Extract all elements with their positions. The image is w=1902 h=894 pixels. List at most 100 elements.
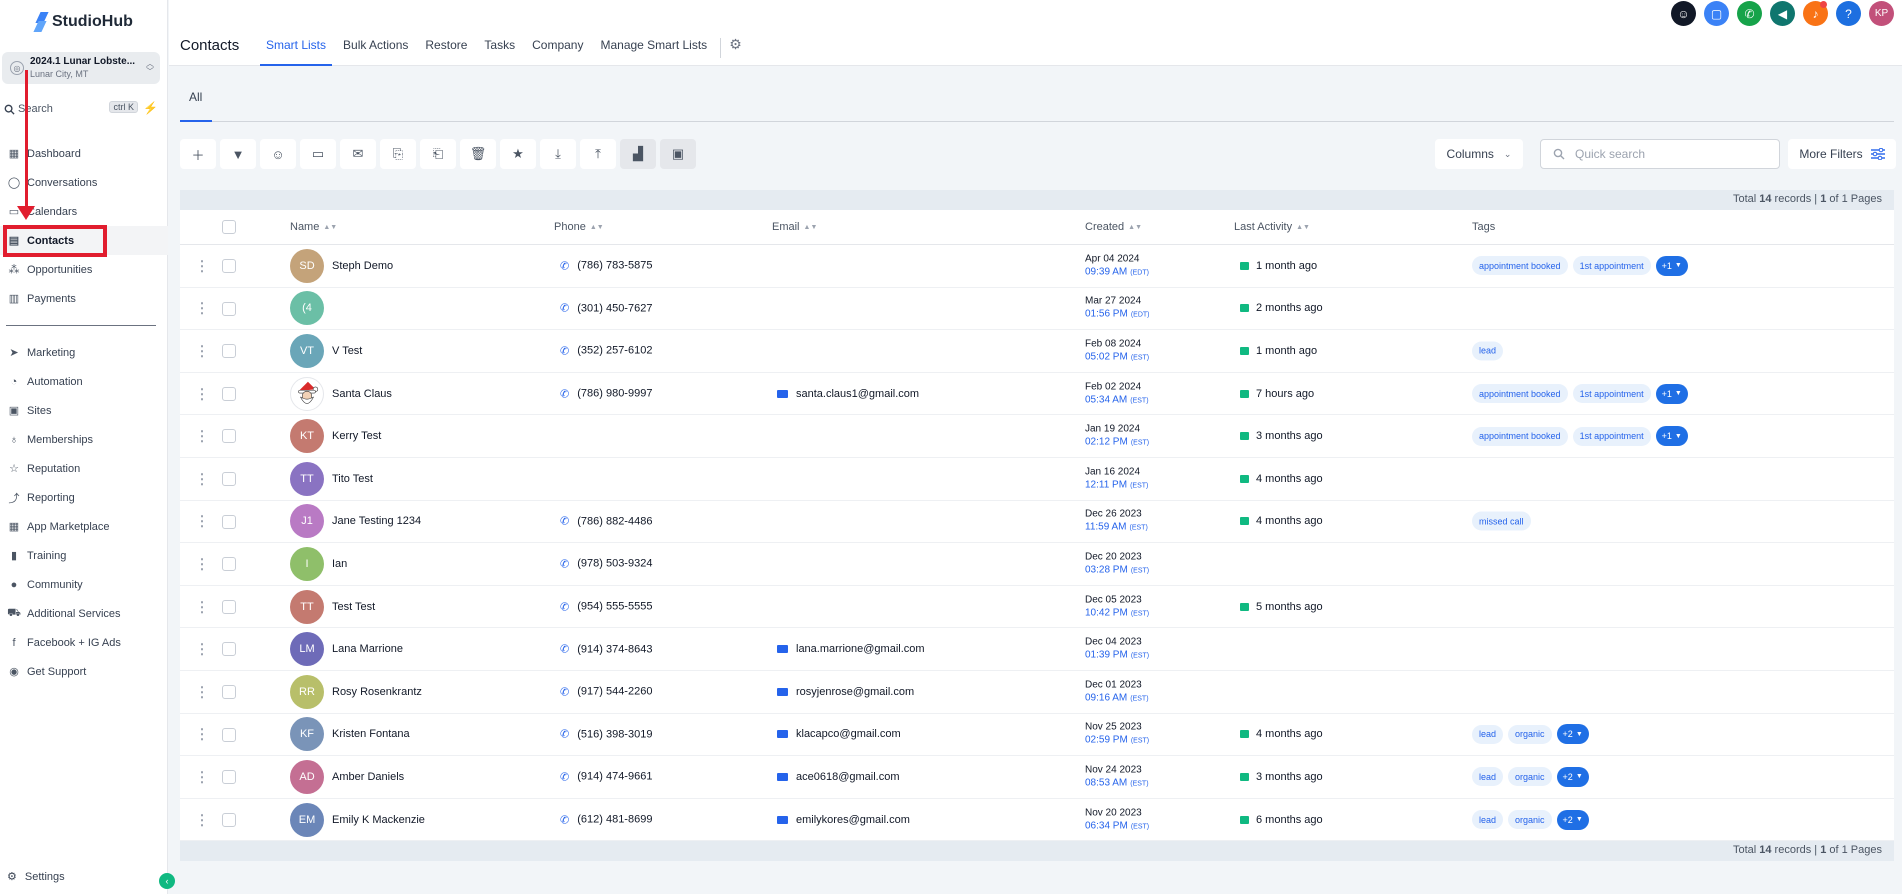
contact-name-cell[interactable]: EM Emily K Mackenzie bbox=[290, 802, 425, 837]
more-tags-button[interactable]: +2 ▼ bbox=[1556, 724, 1589, 745]
contact-name-cell[interactable]: I Ian bbox=[290, 546, 347, 581]
table-row[interactable]: ⋮ (4 ✆ (301) 450-7627 Mar 27 2024 01:56 PM (ED… bbox=[180, 288, 1894, 331]
tab-manage-smart-lists[interactable]: Manage Smart Lists bbox=[594, 38, 713, 66]
phone-cell[interactable]: ✆ (612) 481-8699 bbox=[560, 813, 652, 827]
contact-name-cell[interactable]: KT Kerry Test bbox=[290, 419, 381, 454]
contact-name[interactable]: Amber Daniels bbox=[332, 771, 404, 783]
columns-button[interactable]: Columns ⌄ bbox=[1435, 139, 1523, 169]
sidebar-item-training[interactable]: ▮ Training bbox=[0, 541, 168, 570]
contact-name[interactable]: Tito Test bbox=[332, 473, 373, 485]
table-row[interactable]: ⋮ AD Amber Daniels ✆ (914) 474-9661 ace0618@g… bbox=[180, 756, 1894, 799]
row-checkbox[interactable] bbox=[222, 727, 236, 742]
table-row[interactable]: ⋮ EM Emily K Mackenzie ✆ (612) 481-8699 emily… bbox=[180, 799, 1894, 842]
tag-badge[interactable]: 1st appointment bbox=[1572, 384, 1651, 404]
tab-smart-lists[interactable]: Smart Lists bbox=[260, 38, 333, 66]
table-row[interactable]: ⋮ KF Kristen Fontana ✆ (516) 398-3019 klacapc… bbox=[180, 714, 1894, 757]
contact-name-cell[interactable]: KF Kristen Fontana bbox=[290, 717, 410, 752]
table-row[interactable]: ⋮ Santa Claus ✆ (786) 980-9997 santa.claus1@… bbox=[180, 373, 1894, 416]
phone-cell[interactable]: ✆ (914) 474-9661 bbox=[560, 770, 652, 784]
contact-name-cell[interactable]: TT Tito Test bbox=[290, 461, 373, 496]
bolt-icon[interactable]: ⚡ bbox=[143, 101, 158, 115]
row-checkbox[interactable] bbox=[222, 642, 236, 657]
sidebar-item-opportunities[interactable]: ⁂ Opportunities bbox=[0, 255, 168, 284]
tag-badge[interactable]: appointment booked bbox=[1472, 256, 1568, 276]
table-row[interactable]: ⋮ SD Steph Demo ✆ (786) 783-5875 Apr 04 2024 0… bbox=[180, 245, 1894, 288]
email-cell[interactable]: santa.claus1@gmail.com bbox=[777, 388, 919, 400]
send-email-button[interactable]: ✉ bbox=[340, 139, 376, 169]
email-cell[interactable]: klacapco@gmail.com bbox=[777, 728, 901, 740]
row-menu-icon[interactable]: ⋮ bbox=[195, 513, 209, 530]
contact-name[interactable]: Lana Marrione bbox=[332, 643, 403, 655]
add-tag-button[interactable]: ⎘ bbox=[380, 139, 416, 169]
row-menu-icon[interactable]: ⋮ bbox=[195, 428, 209, 445]
add-contact-button[interactable]: ＋ bbox=[180, 139, 216, 169]
tag-badge[interactable]: appointment booked bbox=[1472, 426, 1568, 446]
tab-company[interactable]: Company bbox=[526, 38, 589, 66]
contact-name-cell[interactable]: VT V Test bbox=[290, 333, 362, 368]
tag-badge[interactable]: organic bbox=[1508, 810, 1552, 830]
chat-bubble-icon[interactable]: ▢ bbox=[1704, 1, 1729, 26]
email-cell[interactable]: ace0618@gmail.com bbox=[777, 771, 900, 783]
row-checkbox[interactable] bbox=[222, 429, 236, 444]
sidebar-item-get-support[interactable]: ◉ Get Support bbox=[0, 657, 168, 686]
row-checkbox[interactable] bbox=[222, 770, 236, 785]
phone-cell[interactable]: ✆ (978) 503-9324 bbox=[560, 557, 652, 571]
robot-icon[interactable]: ☺ bbox=[1671, 1, 1696, 26]
table-row[interactable]: ⋮ LM Lana Marrione ✆ (914) 374-8643 lana.marr… bbox=[180, 628, 1894, 671]
contact-name[interactable]: Jane Testing 1234 bbox=[332, 515, 421, 527]
tab-bulk-actions[interactable]: Bulk Actions bbox=[337, 38, 414, 66]
row-checkbox[interactable] bbox=[222, 344, 236, 359]
more-tags-button[interactable]: +2 ▼ bbox=[1556, 809, 1589, 830]
sidebar-item-community[interactable]: ● Community bbox=[0, 570, 168, 599]
contact-name-cell[interactable]: SD Steph Demo bbox=[290, 248, 393, 283]
tab-restore[interactable]: Restore bbox=[419, 38, 473, 66]
tag-badge[interactable]: lead bbox=[1472, 341, 1504, 361]
collapse-sidebar-button[interactable]: ‹ bbox=[159, 873, 175, 889]
quick-search-input[interactable] bbox=[1575, 147, 1765, 161]
table-row[interactable]: ⋮ TT Test Test ✆ (954) 555-5555 Dec 05 2023 10… bbox=[180, 586, 1894, 629]
more-tags-button[interactable]: +1 ▼ bbox=[1655, 255, 1688, 276]
row-menu-icon[interactable]: ⋮ bbox=[195, 768, 209, 785]
email-cell[interactable]: rosyjenrose@gmail.com bbox=[777, 686, 914, 698]
sidebar-item-app-marketplace[interactable]: ▦ App Marketplace bbox=[0, 512, 168, 541]
row-checkbox[interactable] bbox=[222, 514, 236, 529]
row-menu-icon[interactable]: ⋮ bbox=[195, 641, 209, 658]
user-avatar[interactable]: KP bbox=[1869, 1, 1894, 26]
tag-badge[interactable]: lead bbox=[1472, 724, 1504, 744]
sidebar-item-marketing[interactable]: ➤ Marketing bbox=[0, 338, 168, 367]
tag-badge[interactable]: appointment booked bbox=[1472, 384, 1568, 404]
contact-name-cell[interactable]: AD Amber Daniels bbox=[290, 759, 404, 794]
sidebar-item-memberships[interactable]: ♁ Memberships bbox=[0, 425, 168, 454]
contact-name-cell[interactable]: RR Rosy Rosenkrantz bbox=[290, 674, 422, 709]
contact-name-cell[interactable]: TT Test Test bbox=[290, 589, 375, 624]
row-checkbox[interactable] bbox=[222, 557, 236, 572]
tab-all[interactable]: All bbox=[180, 76, 212, 122]
merge-button[interactable]: ▟ bbox=[620, 139, 656, 169]
column-header-email[interactable]: Email ▲▼ bbox=[772, 221, 817, 233]
remove-tag-button[interactable]: ⎗ bbox=[420, 139, 456, 169]
phone-icon[interactable]: ✆ bbox=[1737, 1, 1762, 26]
row-menu-icon[interactable]: ⋮ bbox=[195, 683, 209, 700]
select-all-checkbox[interactable] bbox=[222, 220, 236, 234]
contact-name[interactable]: Santa Claus bbox=[332, 388, 392, 400]
tag-badge[interactable]: organic bbox=[1508, 767, 1552, 787]
table-row[interactable]: ⋮ I Ian ✆ (978) 503-9324 Dec 20 2023 03:28 PM(… bbox=[180, 543, 1894, 586]
row-checkbox[interactable] bbox=[222, 471, 236, 486]
contact-name[interactable]: Steph Demo bbox=[332, 260, 393, 272]
tag-badge[interactable]: 1st appointment bbox=[1572, 256, 1651, 276]
row-checkbox[interactable] bbox=[222, 684, 236, 699]
more-tags-button[interactable]: +1 ▼ bbox=[1655, 426, 1688, 447]
contact-name-cell[interactable]: LM Lana Marrione bbox=[290, 632, 403, 667]
table-row[interactable]: ⋮ KT Kerry Test Jan 19 2024 02:12 PM (EST) 3 m… bbox=[180, 415, 1894, 458]
export-button[interactable]: ⤒ bbox=[580, 139, 616, 169]
row-menu-icon[interactable]: ⋮ bbox=[195, 598, 209, 615]
contact-name[interactable]: Kristen Fontana bbox=[332, 728, 410, 740]
row-checkbox[interactable] bbox=[222, 599, 236, 614]
table-row[interactable]: ⋮ J1 Jane Testing 1234 ✆ (786) 882-4486 Dec 2… bbox=[180, 501, 1894, 544]
delete-button[interactable]: 🗑 bbox=[460, 139, 496, 169]
row-checkbox[interactable] bbox=[222, 301, 236, 316]
phone-cell[interactable]: ✆ (917) 544-2260 bbox=[560, 685, 652, 699]
smart-list-button[interactable]: ▣ bbox=[660, 139, 696, 169]
contact-name[interactable]: V Test bbox=[332, 345, 362, 357]
row-menu-icon[interactable]: ⋮ bbox=[195, 257, 209, 274]
